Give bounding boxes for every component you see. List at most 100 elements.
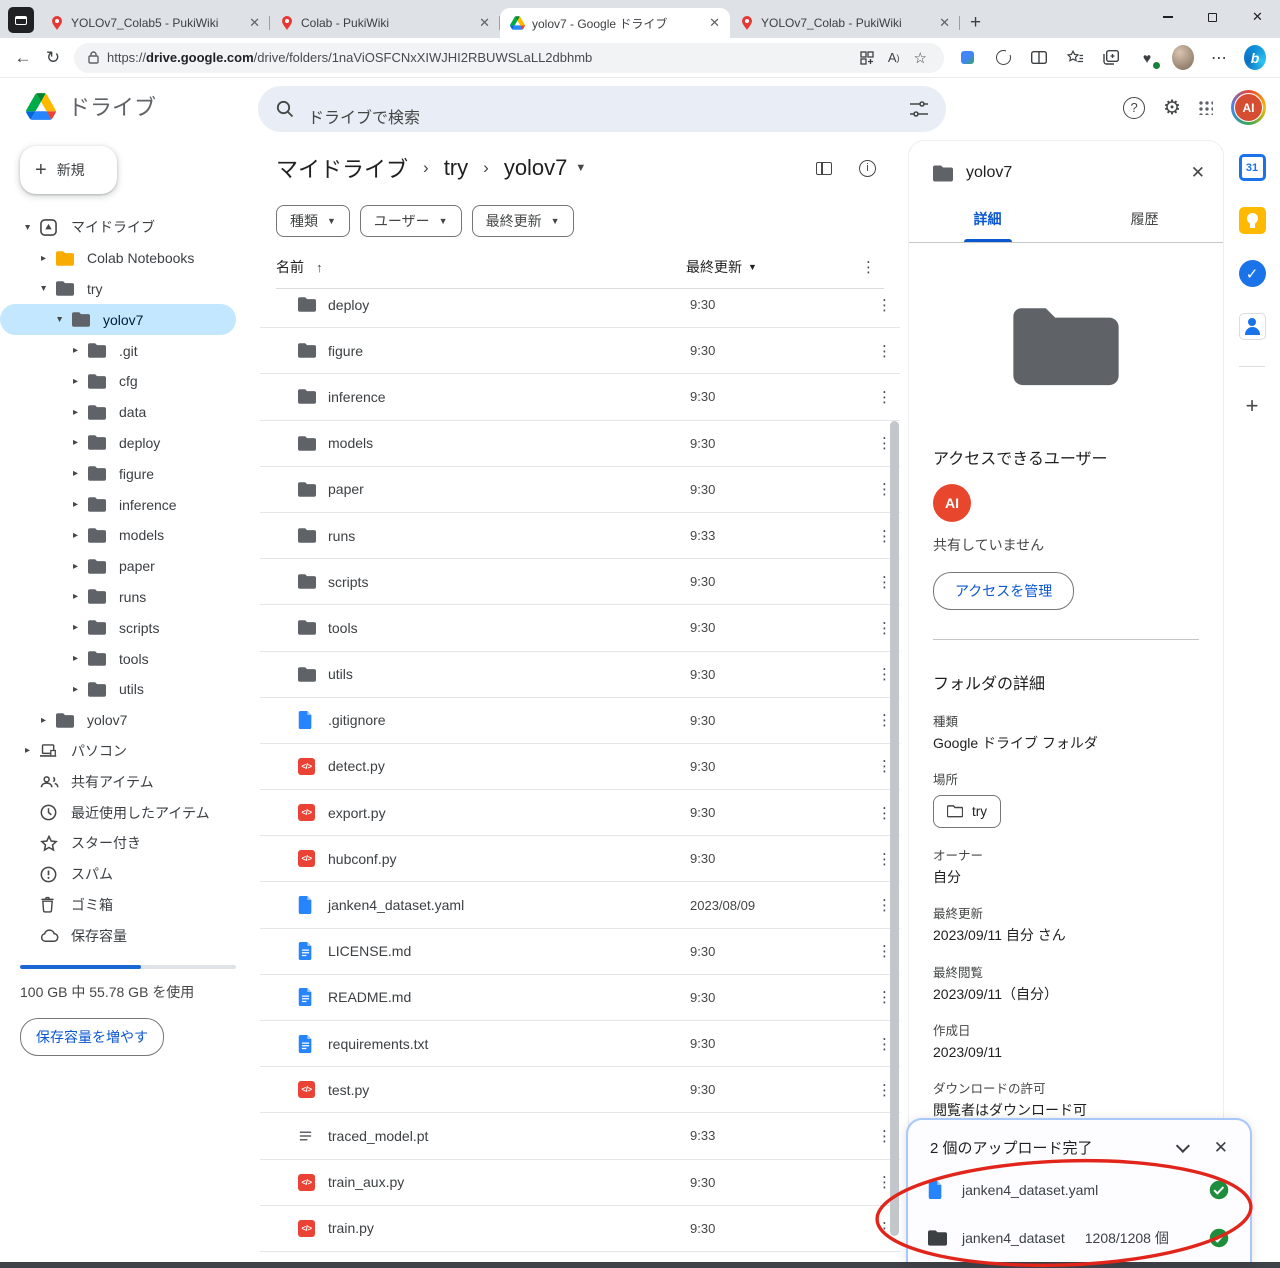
buy-storage-button[interactable]: 保存容量を増やす <box>20 1018 164 1056</box>
more-options-icon[interactable]: ⋮ <box>877 296 892 314</box>
column-modified[interactable]: 最終更新 <box>686 257 742 277</box>
sidebar-tree-item[interactable]: ▸ スター付き <box>0 828 236 859</box>
calendar-icon[interactable]: 31 <box>1239 154 1266 181</box>
chevron-down-icon[interactable]: ▼ <box>575 162 586 174</box>
info-icon[interactable]: i <box>859 160 876 177</box>
sidebar-tree-item[interactable]: ▸ ゴミ箱 <box>0 890 236 921</box>
file-row[interactable]: LICENSE.md 9:30 ⋮ <box>260 929 900 975</box>
sidebar-tree-item[interactable]: ▸ 最近使用したアイテム <box>0 797 236 828</box>
expand-arrow-icon[interactable]: ▸ <box>70 684 81 695</box>
sidebar-tree-item[interactable]: ▸ マイドライブ <box>0 212 236 243</box>
expand-arrow-icon[interactable]: ▸ <box>22 222 33 233</box>
expand-arrow-icon[interactable]: ▸ <box>70 407 81 418</box>
location-chip[interactable]: try <box>933 795 1001 828</box>
sidebar-tree-item[interactable]: ▸ .git <box>0 335 236 366</box>
tab-close-icon[interactable]: ✕ <box>475 15 494 31</box>
browser-tab[interactable]: Colab - PukiWiki ✕ <box>270 8 500 38</box>
settings-more-icon[interactable]: ⋯ <box>1208 47 1230 69</box>
browser-tab[interactable]: YOLOv7_Colab - PukiWiki ✕ <box>730 8 960 38</box>
search-bar[interactable]: ドライブで検索 <box>258 86 946 132</box>
minimize-button[interactable] <box>1145 0 1190 34</box>
more-options-icon[interactable]: ⋮ <box>877 342 892 360</box>
browser-tab[interactable]: yolov7 - Google ドライブ ✕ <box>500 8 730 38</box>
expand-arrow-icon[interactable]: ▸ <box>70 622 81 633</box>
breadcrumb-current[interactable]: yolov7 <box>504 155 568 181</box>
file-row[interactable]: deploy 9:30 ⋮ <box>260 289 900 328</box>
help-icon[interactable]: ? <box>1123 97 1145 119</box>
sidebar-tree-item[interactable]: ▸ tools <box>0 643 236 674</box>
file-row[interactable]: requirements.txt 9:30 ⋮ <box>260 1021 900 1067</box>
file-row[interactable]: </> train.py 9:30 ⋮ <box>260 1206 900 1252</box>
file-row[interactable]: models 9:30 ⋮ <box>260 421 900 467</box>
tab-history[interactable]: 履歴 <box>1066 209 1223 242</box>
new-button[interactable]: + 新規 <box>20 146 117 194</box>
browser-essentials-icon[interactable]: ♥ <box>1136 47 1158 69</box>
expand-arrow-icon[interactable]: ▸ <box>70 591 81 602</box>
tab-details[interactable]: 詳細 <box>909 209 1066 242</box>
file-row[interactable]: inference 9:30 ⋮ <box>260 374 900 420</box>
expand-arrow-icon[interactable]: ▸ <box>70 530 81 541</box>
expand-arrow-icon[interactable]: ▸ <box>38 283 49 294</box>
close-window-button[interactable]: ✕ <box>1235 0 1280 34</box>
contacts-icon[interactable] <box>1239 313 1266 340</box>
sidebar-tree-item[interactable]: ▸ 共有アイテム <box>0 766 236 797</box>
address-bar[interactable]: https://drive.google.com/drive/folders/1… <box>74 43 944 73</box>
settings-gear-icon[interactable]: ⚙ <box>1163 95 1181 120</box>
browser-tab[interactable]: YOLOv7_Colab5 - PukiWiki ✕ <box>40 8 270 38</box>
bing-chat-icon[interactable]: b <box>1244 47 1266 69</box>
sidebar-tree-item[interactable]: ▸ deploy <box>0 428 236 459</box>
collapse-chevron-icon[interactable] <box>1176 1138 1190 1152</box>
sidebar-tree-item[interactable]: ▸ yolov7 <box>0 705 236 736</box>
tab-close-icon[interactable]: ✕ <box>245 15 264 31</box>
close-icon[interactable]: ✕ <box>1191 163 1205 183</box>
file-row[interactable]: </> train_aux.py 9:30 ⋮ <box>260 1160 900 1206</box>
sidebar-tree-item[interactable]: ▸ runs <box>0 582 236 613</box>
filter-chip[interactable]: 最終更新▼ <box>472 205 574 237</box>
file-row[interactable]: runs 9:33 ⋮ <box>260 513 900 559</box>
file-row[interactable]: utils 9:30 ⋮ <box>260 652 900 698</box>
manage-access-button[interactable]: アクセスを管理 <box>933 572 1074 610</box>
expand-arrow-icon[interactable]: ▸ <box>70 376 81 387</box>
scrollbar-thumb[interactable] <box>890 421 899 1236</box>
expand-arrow-icon[interactable]: ▸ <box>38 715 49 726</box>
file-row[interactable]: </> detect.py 9:30 ⋮ <box>260 744 900 790</box>
extension-favicon-icon[interactable] <box>956 47 978 69</box>
sidebar-tree-item[interactable]: ▸ cfg <box>0 366 236 397</box>
upload-item[interactable]: janken4_dataset.yaml <box>908 1166 1250 1214</box>
file-row[interactable]: tools 9:30 ⋮ <box>260 605 900 651</box>
sort-arrow-icon[interactable]: ▼ <box>748 262 757 272</box>
expand-arrow-icon[interactable]: ▸ <box>70 561 81 572</box>
sidebar-tree-item[interactable]: ▸ figure <box>0 458 236 489</box>
sidebar-tree-item[interactable]: ▸ スパム <box>0 859 236 890</box>
owner-avatar[interactable]: AI <box>933 484 971 522</box>
lock-icon[interactable] <box>88 51 99 64</box>
expand-arrow-icon[interactable]: ▸ <box>54 314 65 325</box>
keep-icon[interactable] <box>1239 207 1266 234</box>
back-button[interactable]: ← <box>8 48 38 68</box>
add-apps-icon[interactable]: + <box>1246 393 1259 419</box>
expand-arrow-icon[interactable]: ▸ <box>70 653 81 664</box>
column-name[interactable]: 名前 <box>276 257 304 277</box>
app-install-icon[interactable] <box>860 51 874 65</box>
file-row[interactable]: janken4_dataset.yaml 2023/08/09 ⋮ <box>260 882 900 928</box>
drive-logo[interactable]: ドライブ <box>0 90 156 122</box>
breadcrumb-my-drive[interactable]: マイドライブ <box>276 152 408 184</box>
favorites-icon[interactable] <box>1064 47 1086 69</box>
tasks-icon[interactable]: ✓ <box>1239 260 1266 287</box>
file-row[interactable]: figure 9:30 ⋮ <box>260 328 900 374</box>
more-options-icon[interactable]: ⋮ <box>877 388 892 406</box>
file-row[interactable]: .gitignore 9:30 ⋮ <box>260 698 900 744</box>
breadcrumb-try[interactable]: try <box>444 155 468 181</box>
file-row[interactable]: paper 9:30 ⋮ <box>260 467 900 513</box>
sort-ascending-icon[interactable]: ↑ <box>316 260 323 275</box>
sidebar-tree-item[interactable]: ▸ scripts <box>0 612 236 643</box>
sidebar-tree-item[interactable]: ▸ パソコン <box>0 736 236 767</box>
sidebar-tree-item[interactable]: ▸ models <box>0 520 236 551</box>
refresh-button[interactable]: ↻ <box>38 48 68 68</box>
maximize-button[interactable] <box>1190 0 1235 34</box>
sidebar-tree-item[interactable]: ▸ data <box>0 397 236 428</box>
sidebar-tree-item[interactable]: ▸ paper <box>0 551 236 582</box>
search-options-icon[interactable] <box>910 101 928 117</box>
close-icon[interactable]: ✕ <box>1214 1138 1228 1158</box>
file-row[interactable]: </> hubconf.py 9:30 ⋮ <box>260 836 900 882</box>
